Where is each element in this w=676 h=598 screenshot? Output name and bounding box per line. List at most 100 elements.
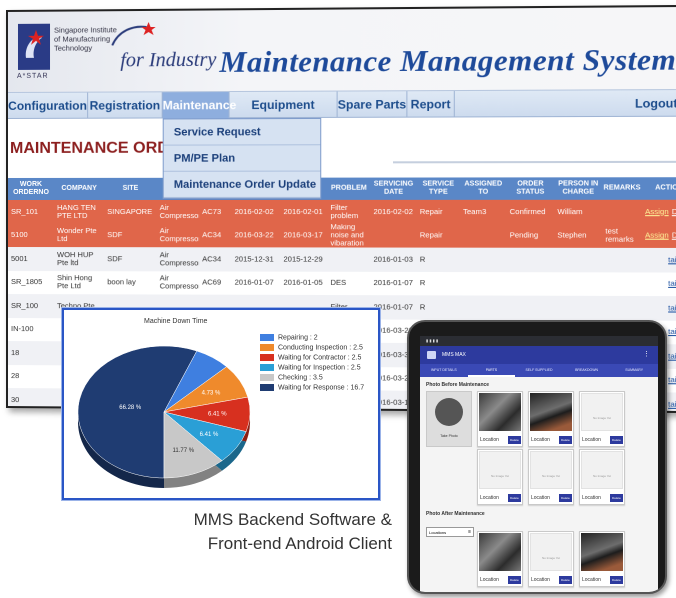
- delete-button[interactable]: Delete: [610, 576, 623, 584]
- table-cell: Stephen: [557, 230, 587, 240]
- menu-item-service-request[interactable]: Service Request: [163, 118, 321, 146]
- logout-link[interactable]: Logout: [635, 90, 676, 117]
- legend-swatch: [260, 384, 274, 391]
- camera-icon: [435, 398, 463, 426]
- table-cell: [460, 272, 507, 296]
- delete-button[interactable]: Delete: [559, 494, 572, 502]
- nav-maintenance[interactable]: Maintenance: [162, 92, 236, 119]
- table-cell: 2016-03-22: [234, 230, 274, 240]
- delete-button[interactable]: Delete: [559, 576, 572, 584]
- details-link[interactable]: Details: [672, 231, 676, 240]
- photo-tile[interactable]: No Image Yet Location Delete: [477, 449, 523, 505]
- table-cell: [554, 272, 602, 296]
- app-header: A*STAR Singapore Institute of Manufactur…: [7, 6, 676, 92]
- photo-tile[interactable]: Location Delete: [528, 391, 574, 447]
- legend-label: Checking : 3.5: [278, 374, 323, 382]
- table-cell: 2016-02-02: [234, 206, 274, 216]
- table-cell: 28: [10, 371, 20, 381]
- delete-button[interactable]: Delete: [508, 494, 521, 502]
- menu-item-pm-pe-plan[interactable]: PM/PE Plan: [163, 145, 321, 172]
- downtime-chart-card: Machine Down Time 66.28 % 4.73 % 6.41 % 6.4…: [62, 308, 380, 500]
- delete-button[interactable]: Delete: [610, 436, 623, 444]
- photo-tile[interactable]: Location Delete: [477, 391, 523, 447]
- photo-thumbnail: No Image Yet: [530, 451, 572, 489]
- table-cell: 2016-02-01: [283, 206, 323, 216]
- tab-self-supplied[interactable]: SELF SUPPLIED: [515, 364, 563, 377]
- tab-breakdown[interactable]: BREAKDOWN: [563, 364, 611, 377]
- photo-thumbnail: No Image Yet: [581, 451, 623, 489]
- action-cell: tails: [642, 272, 676, 296]
- photo-tile[interactable]: No Image Yet Location Delete: [528, 449, 574, 505]
- table-cell: [554, 296, 602, 320]
- table-cell: 2016-01-07: [234, 277, 274, 288]
- pie-slice-label: 11.77 %: [173, 448, 195, 454]
- location-label: Location: [480, 577, 499, 583]
- table-cell: 5001: [10, 253, 28, 263]
- table-cell: William: [557, 206, 583, 216]
- legend-label: Waiting for Response : 16.7: [278, 384, 365, 392]
- app-icon: [427, 351, 436, 359]
- table-cell: Repair: [419, 206, 443, 216]
- table-cell: Pending: [509, 230, 539, 240]
- details-link[interactable]: Details: [672, 207, 676, 216]
- nav-registration[interactable]: Registration: [88, 92, 163, 119]
- table-cell: [460, 248, 507, 272]
- tab-summary[interactable]: SUMMARY: [610, 364, 658, 377]
- nav-equipment-summary[interactable]: Equipment Summary: [229, 91, 338, 138]
- menu-item-maintenance-order-update[interactable]: Maintenance Order Update: [163, 171, 321, 198]
- table-cell: R: [419, 278, 426, 288]
- delete-button[interactable]: Delete: [508, 436, 521, 444]
- pie-slice-label: 6.41 %: [208, 412, 227, 418]
- nav-report[interactable]: Report: [407, 91, 455, 118]
- title-divider: [393, 160, 676, 164]
- table-cell: IN-100: [10, 324, 34, 334]
- pie-slice-label: 4.73 %: [202, 391, 221, 397]
- table-cell: boon lay: [107, 277, 136, 287]
- table-cell: [602, 272, 642, 296]
- no-image-label: No Image Yet: [490, 474, 509, 478]
- assign-link[interactable]: Assign: [645, 207, 669, 216]
- assign-link[interactable]: Assign: [645, 231, 669, 240]
- overflow-menu-icon[interactable]: ⋮: [643, 346, 650, 364]
- details-link[interactable]: tails: [668, 303, 676, 312]
- photo-tile[interactable]: No Image Yet Location Delete: [579, 449, 625, 505]
- legend-swatch: [260, 374, 274, 381]
- table-cell: [507, 248, 555, 272]
- delete-button[interactable]: Delete: [610, 494, 623, 502]
- tablet-screen: ▮ ▮ ▮ ▮ MMS MAX ⋮ INPUT DETAILS PARTS SE…: [420, 336, 658, 592]
- take-photo-button[interactable]: Take Photo: [426, 391, 472, 447]
- delete-button[interactable]: Delete: [508, 576, 521, 584]
- app-bar: MMS MAX ⋮: [420, 346, 658, 364]
- details-link[interactable]: tails: [668, 279, 676, 288]
- table-cell: SR_101: [10, 206, 39, 216]
- tab-parts[interactable]: PARTS: [467, 364, 516, 377]
- table-cell: SINGAPORE: [107, 206, 153, 216]
- table-cell: Filter problem: [330, 202, 359, 220]
- action-cell: tails: [642, 296, 676, 320]
- column-header: COMPANY: [61, 184, 97, 192]
- photo-tile[interactable]: Location Delete: [579, 531, 625, 587]
- location-label: Location: [531, 577, 550, 583]
- locations-select[interactable]: Locations ≡: [426, 527, 474, 537]
- photo-tile[interactable]: No Image Yet Location Delete: [579, 391, 625, 447]
- delete-button[interactable]: Delete: [559, 436, 572, 444]
- details-link[interactable]: tails: [668, 375, 676, 384]
- table-cell: AC69: [202, 277, 222, 287]
- details-link[interactable]: tails: [668, 255, 676, 264]
- column-header: SITE: [122, 184, 139, 192]
- table-row: SR_101 HANG TEN PTE LTD SINGAPORE Air Compr…: [7, 199, 676, 224]
- details-link[interactable]: tails: [668, 327, 676, 336]
- photo-tile[interactable]: No Image Yet Location Delete: [528, 531, 574, 587]
- table-cell: Air Compressor: [159, 249, 200, 268]
- nav-configuration[interactable]: Configuration: [7, 92, 89, 119]
- photo-thumbnail: No Image Yet: [530, 533, 572, 571]
- location-label: Location: [531, 495, 550, 501]
- locations-select-label: Locations: [429, 530, 447, 535]
- column-header: SERVICE TYPE: [422, 180, 455, 196]
- tab-input-details[interactable]: INPUT DETAILS: [420, 364, 468, 377]
- nav-spare-parts[interactable]: Spare Parts: [337, 91, 408, 118]
- table-cell: [602, 200, 642, 224]
- details-link[interactable]: tails: [668, 351, 676, 360]
- photo-tile[interactable]: Location Delete: [477, 531, 523, 587]
- details-link[interactable]: tails: [668, 399, 676, 408]
